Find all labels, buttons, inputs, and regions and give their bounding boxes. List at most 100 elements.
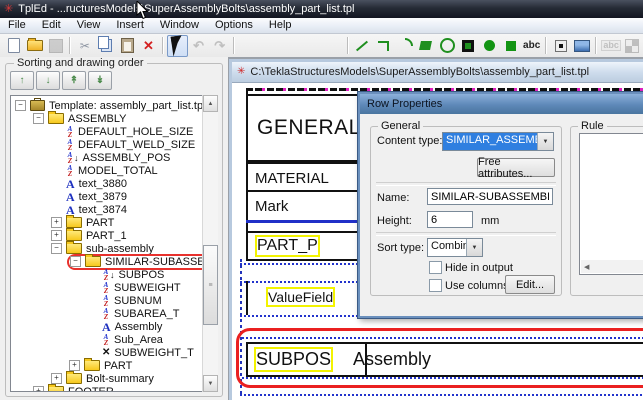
- dialog-title-bar[interactable]: Row Properties: [360, 94, 643, 114]
- valuefield-field[interactable]: ValueField: [265, 287, 336, 307]
- expand-icon[interactable]: +: [51, 230, 62, 241]
- scroll-left-icon[interactable]: ◀: [584, 263, 589, 271]
- circle-button[interactable]: [436, 35, 457, 57]
- open-folder-button[interactable]: [24, 35, 45, 57]
- height-unit: mm: [481, 215, 500, 227]
- text-tool-button[interactable]: abc: [521, 35, 542, 57]
- tree-item-default-hole-size[interactable]: A Z DEFAULT_HOLE_SIZE: [11, 125, 217, 138]
- tree-item-assembly[interactable]: − ASSEMBLY: [11, 111, 217, 125]
- title-bar[interactable]: ✳ TplEd - ...ructuresModels\SuperAssembl…: [0, 0, 643, 18]
- tree-item-subarea-t[interactable]: A Z SUBAREA_T: [11, 307, 217, 320]
- tree-item-subnum[interactable]: A Z SUBNUM: [11, 294, 217, 307]
- chevron-down-icon[interactable]: ▼: [537, 133, 553, 150]
- tree-item-part[interactable]: + PART: [11, 215, 217, 229]
- expand-icon[interactable]: +: [51, 217, 62, 228]
- filled-circle-button[interactable]: [479, 35, 500, 57]
- new-file-button[interactable]: [3, 35, 24, 57]
- polyline-button[interactable]: [373, 35, 394, 57]
- collapse-icon[interactable]: −: [51, 243, 62, 254]
- collapse-icon[interactable]: −: [15, 100, 26, 111]
- tree-item-label: SUBWEIGHT: [114, 281, 181, 294]
- align-4-button[interactable]: [302, 35, 323, 57]
- menu-help[interactable]: Help: [261, 18, 300, 33]
- free-attributes-label: Free attributes...: [478, 155, 533, 180]
- expand-icon[interactable]: +: [33, 386, 44, 391]
- line-button[interactable]: [352, 35, 373, 57]
- copy-button[interactable]: [96, 35, 117, 57]
- delete-button[interactable]: ✕: [138, 35, 159, 57]
- rectangle-button[interactable]: [458, 35, 479, 57]
- paste-button[interactable]: [117, 35, 138, 57]
- picture-tool-button[interactable]: [571, 35, 592, 57]
- undo-icon: ↶: [193, 38, 205, 53]
- valuefield-tool-button[interactable]: [550, 35, 571, 57]
- tree-item-part[interactable]: + PART: [11, 358, 217, 372]
- rule-listbox[interactable]: ◀: [579, 133, 643, 275]
- align-5-button[interactable]: [323, 35, 344, 57]
- move-down-button[interactable]: ↓: [36, 71, 60, 90]
- menu-insert[interactable]: Insert: [108, 18, 152, 33]
- move-to-top-button[interactable]: ↟: [62, 71, 86, 90]
- tree-item-label: Bolt-summary: [86, 372, 154, 385]
- collapse-icon[interactable]: −: [33, 113, 44, 124]
- tree-item-subpos[interactable]: A Z ↓ SUBPOS: [11, 268, 217, 281]
- scroll-down-button[interactable]: ▼: [203, 375, 218, 392]
- free-attributes-button[interactable]: Free attributes...: [477, 155, 555, 180]
- filled-rect-button[interactable]: [500, 35, 521, 57]
- tree-item-part-1[interactable]: + PART_1: [11, 228, 217, 242]
- collapse-icon[interactable]: −: [70, 256, 81, 267]
- tree-item-assembly[interactable]: A Assembly: [11, 320, 217, 333]
- hide-in-output-checkbox[interactable]: [429, 261, 442, 274]
- name-field[interactable]: [427, 188, 553, 205]
- subpos-field[interactable]: SUBPOS: [253, 347, 334, 372]
- cut-button[interactable]: ✂: [74, 35, 95, 57]
- tree-item-default-weld-size[interactable]: A Z DEFAULT_WELD_SIZE: [11, 138, 217, 151]
- row-similar-subassembly[interactable]: SUBPOS Assembly: [246, 342, 643, 377]
- height-field[interactable]: [427, 211, 473, 228]
- move-up-button[interactable]: ↑: [10, 71, 34, 90]
- align-3-button[interactable]: [281, 35, 302, 57]
- tree-item-text-3880[interactable]: Atext_3880: [11, 177, 217, 190]
- tree-item-template-assembly-part-list-tpl[interactable]: − Template: assembly_part_list.tpl: [11, 98, 217, 112]
- chevron-down-icon[interactable]: ▼: [466, 239, 482, 256]
- tree-scrollbar[interactable]: ▲ ≡ ▼: [202, 95, 218, 392]
- menu-file[interactable]: File: [0, 18, 34, 33]
- edit-button[interactable]: Edit...: [505, 275, 555, 294]
- menu-edit[interactable]: Edit: [34, 18, 69, 33]
- arc-button[interactable]: [393, 34, 417, 57]
- polygon-button[interactable]: [415, 35, 436, 57]
- cell-divider: [365, 342, 367, 377]
- sort-type-combobox[interactable]: Combine ▼: [427, 238, 483, 257]
- move-to-bottom-button[interactable]: ↡: [88, 71, 112, 90]
- tree-item-footer[interactable]: + FOOTER: [11, 384, 217, 391]
- save-button: [45, 35, 66, 57]
- expand-icon[interactable]: +: [51, 373, 62, 384]
- tree-item-subweight-t[interactable]: ✕ SUBWEIGHT_T: [11, 346, 217, 359]
- menu-view[interactable]: View: [69, 18, 109, 33]
- use-columns-checkbox[interactable]: [429, 279, 442, 292]
- toolbar-separator: [346, 37, 349, 54]
- rule-horizontal-scrollbar[interactable]: ◀: [581, 260, 643, 273]
- tree-item-bolt-summary[interactable]: + Bolt-summary: [11, 371, 217, 385]
- menu-window[interactable]: Window: [152, 18, 207, 33]
- tree-item-text-3879[interactable]: Atext_3879: [11, 190, 217, 203]
- scroll-thumb[interactable]: ≡: [203, 245, 218, 325]
- align-2-button[interactable]: [259, 35, 280, 57]
- content-type-combobox[interactable]: SIMILAR_ASSEMBLY ▼: [442, 132, 554, 151]
- menu-options[interactable]: Options: [207, 18, 261, 33]
- tree-item-similar-subassembly[interactable]: −SIMILAR-SUBASSEMBLY: [11, 253, 217, 270]
- tree-item-assembly-pos[interactable]: A Z ↓ ASSEMBLY_POS: [11, 151, 217, 164]
- scroll-up-button[interactable]: ▲: [203, 95, 218, 112]
- toolbar-separator: [69, 37, 72, 54]
- tree-item-subweight[interactable]: A Z SUBWEIGHT: [11, 281, 217, 294]
- document-title-bar[interactable]: ✳ C:\TeklaStructuresModels\SuperAssembly…: [232, 62, 643, 83]
- tree-item-sub-area[interactable]: A Z Sub_Area: [11, 333, 217, 346]
- expand-icon[interactable]: +: [69, 360, 80, 371]
- row-part-field[interactable]: PART_P: [255, 235, 320, 257]
- tree-item-text-3874[interactable]: Atext_3874: [11, 203, 217, 216]
- paste-icon: [120, 38, 134, 53]
- select-arrow-button[interactable]: [166, 34, 188, 57]
- tree-item-model-total[interactable]: A Z MODEL_TOTAL: [11, 164, 217, 177]
- valuefield-row[interactable]: ValueField: [265, 287, 336, 307]
- align-1-button[interactable]: [238, 35, 259, 57]
